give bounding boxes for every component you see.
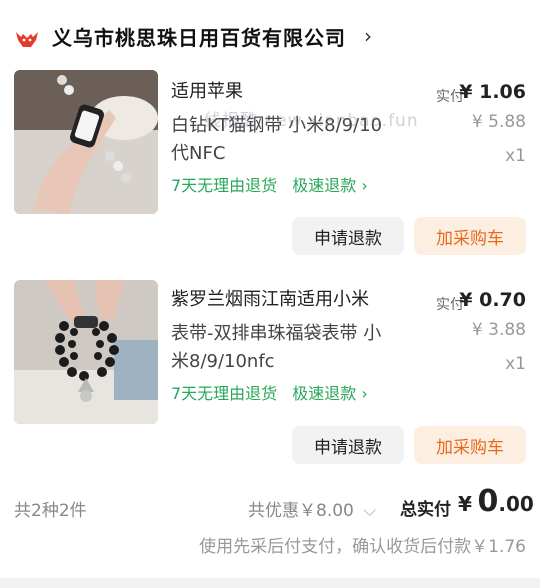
service-tags: 7天无理由退货 极速退款 ›	[171, 172, 378, 196]
return-policy-tag: 7天无理由退货	[171, 176, 278, 195]
discount-amount[interactable]: 共优惠￥8.00	[248, 501, 354, 521]
paid-price: ¥ 1.06	[459, 81, 526, 103]
chevron-down-icon[interactable]: ⌵	[363, 501, 376, 521]
add-to-purchase-cart-button[interactable]: 加采购车	[414, 217, 526, 255]
product-title-line[interactable]: 代NFC	[171, 140, 421, 168]
shop-name[interactable]: 义乌市桃思珠日用百货有限公司	[52, 22, 346, 51]
currency-symbol: ¥	[458, 492, 472, 516]
bottom-divider	[0, 578, 540, 588]
bull-logo-icon	[16, 32, 38, 47]
total-paid-label: 总实付	[400, 500, 451, 520]
fast-refund-tag[interactable]: 极速退款 ›	[292, 176, 368, 195]
quantity: x1	[505, 354, 526, 374]
item-count: 共2种2件	[14, 501, 87, 521]
apply-refund-button[interactable]: 申请退款	[292, 426, 404, 464]
shop-header[interactable]: 义乌市桃思珠日用百货有限公司 ›	[0, 0, 540, 68]
service-tags: 7天无理由退货 极速退款 ›	[171, 380, 378, 404]
chevron-right-icon[interactable]: ›	[364, 24, 372, 48]
product-title-line[interactable]: 适用苹果	[171, 78, 421, 106]
original-price: ¥ 3.88	[471, 320, 526, 340]
product-title-line[interactable]: 表带-双排串珠福袋表带 小	[171, 320, 421, 348]
watermark: 线报酷 new.xianbao.fun	[204, 111, 419, 131]
total-decimal: .00	[498, 492, 534, 516]
order-item: 适用苹果 白钻KT猫钢带 小米8/9/10 代NFC 实付 ¥ 1.06 ¥ 5…	[0, 70, 540, 280]
product-image[interactable]	[14, 70, 158, 214]
paid-price: ¥ 0.70	[459, 289, 526, 311]
fast-refund-tag[interactable]: 极速退款 ›	[292, 384, 368, 403]
apply-refund-button[interactable]: 申请退款	[292, 217, 404, 255]
product-title-line[interactable]: 紫罗兰烟雨江南适用小米	[171, 286, 421, 314]
order-item: 紫罗兰烟雨江南适用小米 表带-双排串珠福袋表带 小 米8/9/10nfc 实付 …	[0, 280, 540, 490]
product-subtitle[interactable]: 表带-双排串珠福袋表带 小 米8/9/10nfc	[171, 320, 421, 376]
add-to-purchase-cart-button[interactable]: 加采购车	[414, 426, 526, 464]
product-image[interactable]	[14, 280, 158, 424]
pay-later-note: 使用先采后付支付，确认收货后付款￥1.76	[199, 537, 526, 557]
product-title-line[interactable]: 米8/9/10nfc	[171, 348, 421, 376]
quantity: x1	[505, 146, 526, 166]
total-paid-amount: ¥ 0.00	[458, 484, 534, 519]
return-policy-tag: 7天无理由退货	[171, 384, 278, 403]
total-integer: 0	[477, 484, 499, 519]
discount-summary[interactable]: 共优惠￥8.00 ⌵	[248, 496, 376, 521]
original-price: ¥ 5.88	[471, 112, 526, 132]
product-title[interactable]: 适用苹果	[171, 78, 421, 106]
product-title[interactable]: 紫罗兰烟雨江南适用小米	[171, 286, 421, 314]
